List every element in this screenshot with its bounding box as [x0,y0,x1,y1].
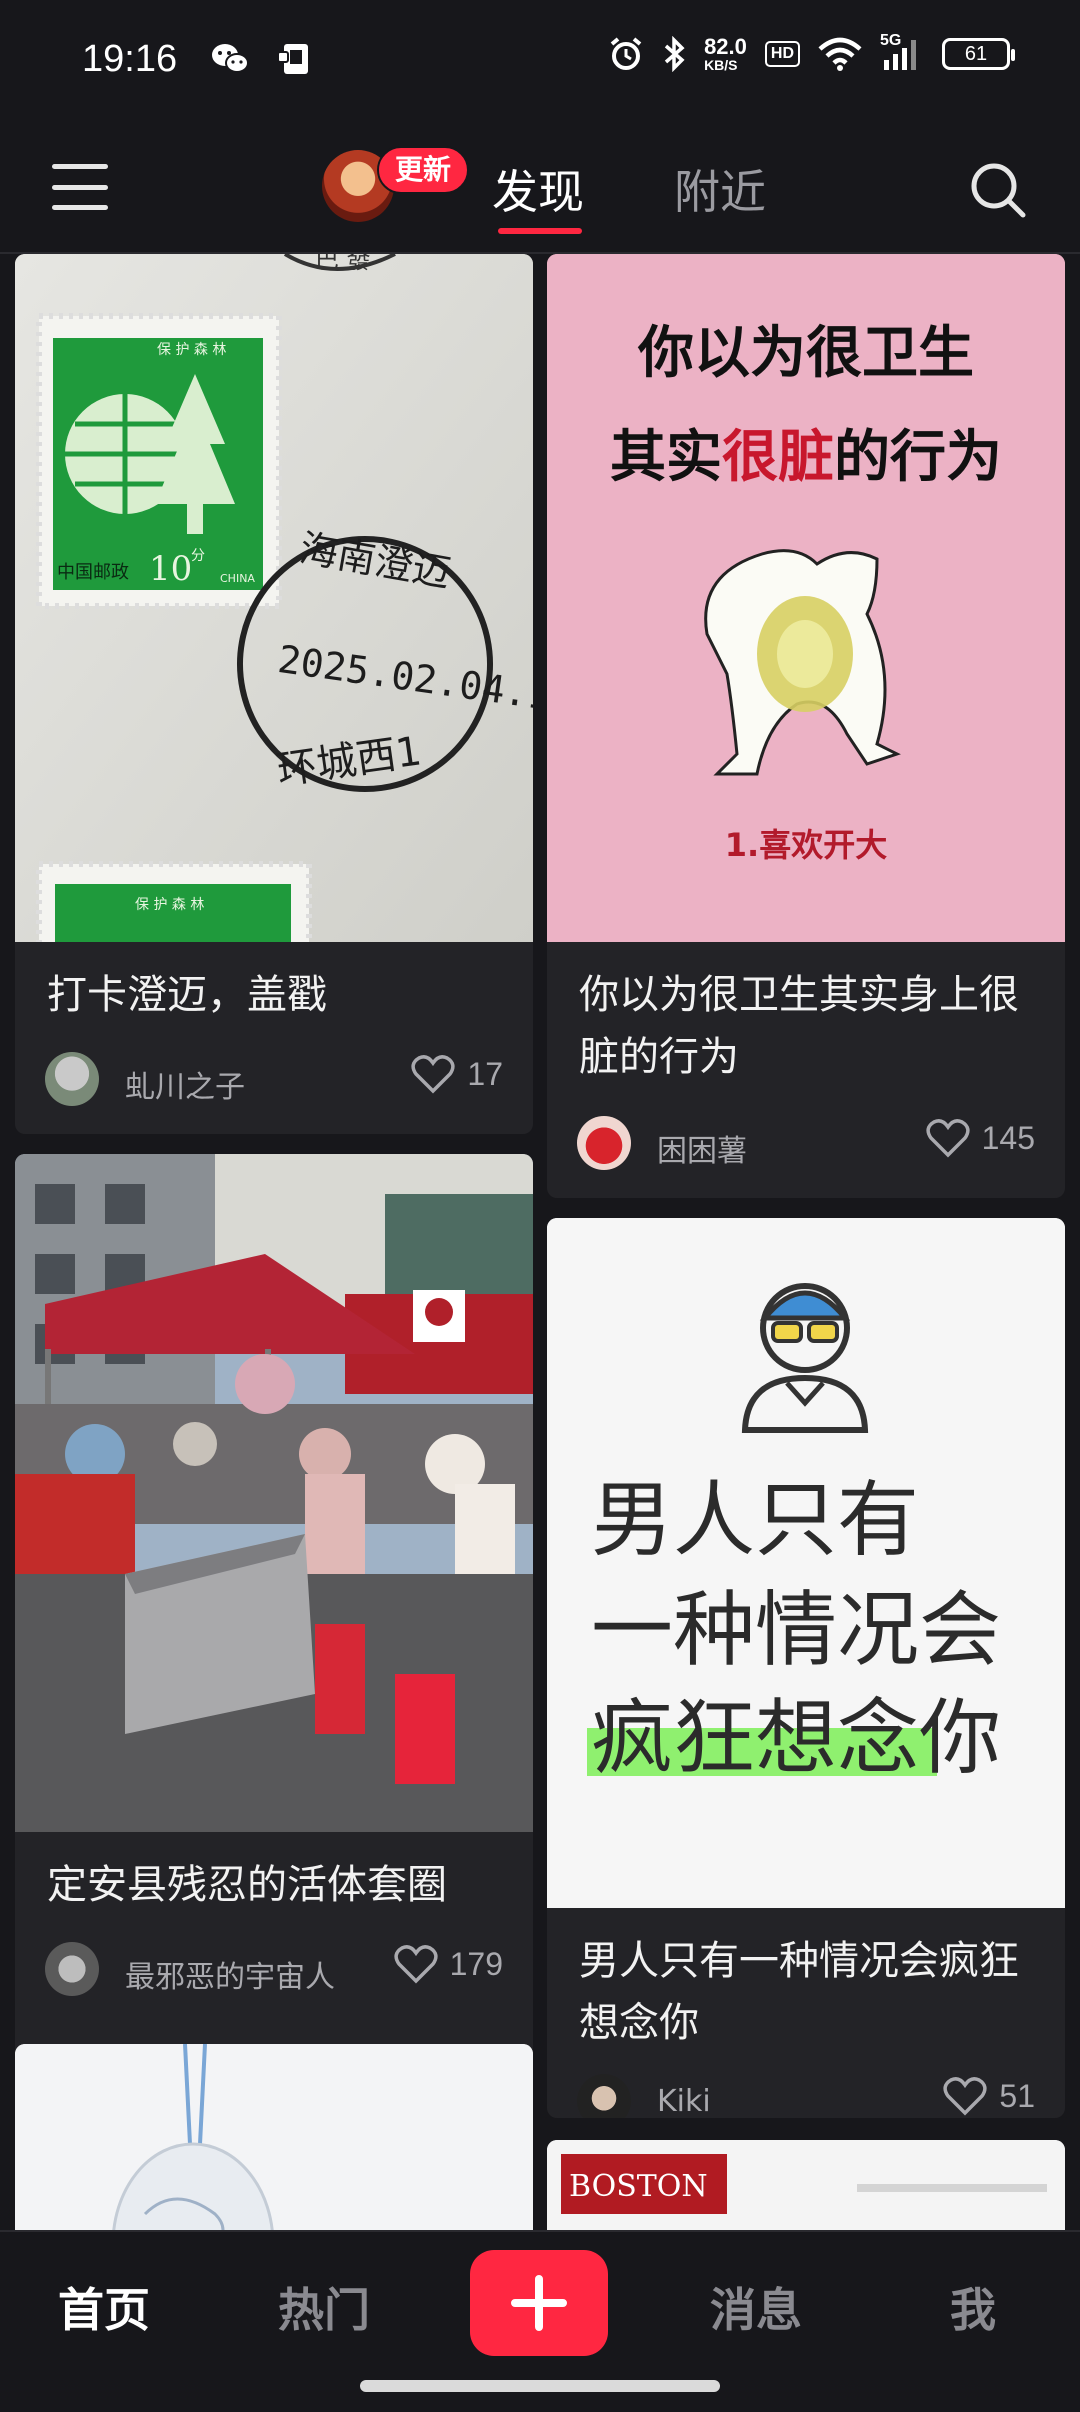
envelope-top-text: 巴 發 [315,254,371,274]
app-screen: 19:16 82.0 KB/S HD 5G 61 更新 发现 附近 保 护 森 … [0,0,1080,2412]
tab-discover[interactable]: 发现 [492,156,584,222]
image-line2c: 的行为 [834,425,1002,490]
card-image[interactable]: BOSTON [547,2140,1065,2230]
status-right-icons: 82.0 KB/S HD 5G 61 [608,32,1015,73]
quote-line3-highlight: 疯狂想念 [591,1691,919,1786]
top-nav: 更新 发现 附近 [0,120,1080,254]
quote-line2: 一种情况会 [591,1583,1001,1678]
network-speed-unit: KB/S [704,57,738,73]
author-avatar[interactable] [45,1052,99,1106]
author-avatar[interactable] [577,2074,631,2118]
hd-badge: HD [764,41,800,67]
card-image[interactable]: 男人只有 一种情况会 疯狂想念你 [547,1218,1065,1908]
heart-icon [926,1119,970,1158]
image-line2a: 其实 [610,425,722,490]
feed-card[interactable]: 你以为很卫生 其实很脏的行为 1.喜欢开大 你以为很卫生其实身上很脏的行为 困困… [547,254,1065,1198]
image-line2b: 很脏 [722,425,834,490]
author-name[interactable]: 最邪恶的宇宙人 [125,1952,335,1996]
wind-chime-photo [15,2044,533,2230]
bluetooth-icon [664,36,685,72]
infographic-image: 你以为很卫生 其实很脏的行为 1.喜欢开大 [547,254,1065,942]
like-button[interactable]: 179 [394,1944,503,1984]
screen-record-icon [277,44,308,74]
like-count: 17 [467,1055,503,1092]
envelope-photo: 保 护 森 林 中国邮政 10 分 CHINA 海南澄迈 2025.02.04.… [15,254,533,942]
stamp-fen: 分 [191,548,205,564]
battery-level: 61 [964,42,988,65]
quote-image: 男人只有 一种情况会 疯狂想念你 [547,1218,1065,1908]
card-image[interactable]: 你以为很卫生 其实很脏的行为 1.喜欢开大 [547,254,1065,942]
network-speed-value: 82.0 [704,34,747,59]
stamp2-label: 保 护 森 林 [135,897,204,913]
author-name[interactable]: 困困薯 [657,1126,747,1170]
search-icon[interactable] [968,160,1028,220]
author-avatar[interactable] [45,1942,99,1996]
wifi-icon [818,37,862,71]
like-button[interactable]: 145 [926,1118,1035,1158]
card-title[interactable]: 定安县残忍的活体套圈 [47,1854,447,1916]
nav-me[interactable]: 我 [950,2274,996,2340]
add-post-button[interactable] [470,2250,608,2356]
like-count: 179 [449,1945,503,1982]
active-tab-indicator [498,228,582,234]
update-badge[interactable]: 更新 [377,146,470,194]
like-button[interactable]: 51 [943,2076,1035,2116]
like-count: 51 [999,2077,1035,2114]
battery-icon: 61 [942,38,1015,70]
wechat-icon [212,44,249,73]
feed-card[interactable]: 男人只有 一种情况会 疯狂想念你 男人只有一种情况会疯狂想念你 Kiki 51 [547,1218,1065,2118]
signal-icon: 5G [880,32,924,72]
nav-home[interactable]: 首页 [58,2274,150,2340]
card-image[interactable]: 保 护 森 林 中国邮政 10 分 CHINA 海南澄迈 2025.02.04.… [15,254,533,942]
heart-icon [394,1945,438,1984]
stamp-value: 10 [149,549,192,589]
street-photo [15,1154,533,1832]
menu-icon[interactable] [52,164,108,210]
home-indicator[interactable] [360,2380,720,2392]
feed-card[interactable]: 定安县残忍的活体套圈 最邪恶的宇宙人 179 [15,1154,533,2058]
stamp-top-label: 保 护 森 林 [157,342,226,358]
feed-card[interactable] [15,2044,533,2230]
image-caption: 1.喜欢开大 [725,826,887,864]
svg-text:其实很脏的行为: 其实很脏的行为 [610,425,1002,490]
svg-text:疯狂想念你: 疯狂想念你 [591,1691,1001,1786]
quote-line3-rest: 你 [919,1691,1001,1786]
status-bar: 19:16 82.0 KB/S HD 5G 61 [0,0,1080,120]
author-name[interactable]: 虬川之子 [125,1062,245,1106]
plus-icon [511,2275,567,2331]
like-button[interactable]: 17 [411,1054,503,1094]
author-avatar[interactable] [577,1116,631,1170]
tab-nearby[interactable]: 附近 [674,156,766,222]
card-image[interactable] [15,2044,533,2230]
status-time: 19:16 [82,38,178,80]
image-line1: 你以为很卫生 [637,321,974,386]
feed[interactable]: 保 护 森 林 中国邮政 10 分 CHINA 海南澄迈 2025.02.04.… [0,254,1080,2230]
card-title[interactable]: 男人只有一种情况会疯狂想念你 [579,1930,1049,2054]
alarm-icon [610,37,642,70]
nav-hot[interactable]: 热门 [278,2274,370,2340]
sign-text: BOSTON [569,2169,708,2204]
card-title[interactable]: 你以为很卫生其实身上很脏的行为 [579,964,1049,1088]
card-title[interactable]: 打卡澄迈，盖戳 [47,964,327,1026]
network-speed: 82.0 KB/S [704,34,747,73]
heart-icon [411,1055,456,1094]
quote-line1: 男人只有 [591,1473,919,1568]
sign-photo: BOSTON [547,2140,1065,2230]
feed-card[interactable]: BOSTON [547,2140,1065,2230]
status-left-icons [210,42,314,76]
feed-card[interactable]: 保 护 森 林 中国邮政 10 分 CHINA 海南澄迈 2025.02.04.… [15,254,533,1134]
nav-messages[interactable]: 消息 [710,2274,802,2340]
heart-icon [943,2077,988,2116]
card-image[interactable] [15,1154,533,1832]
author-name[interactable]: Kiki [657,2084,711,2118]
like-count: 145 [981,1119,1035,1156]
stamp-china: CHINA [220,572,255,585]
stamp-country: 中国邮政 [57,562,129,583]
